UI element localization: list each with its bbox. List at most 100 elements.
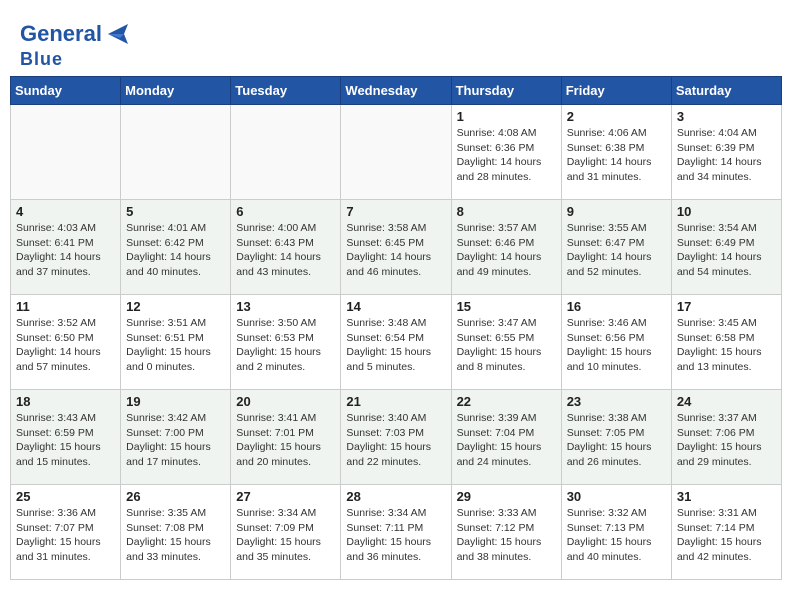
calendar-cell: 21 Sunrise: 3:40 AM Sunset: 7:03 PM Dayli… [341, 390, 451, 485]
calendar-cell: 22Sunrise: 3:39 AM Sunset: 7:04 PM Dayli… [451, 390, 561, 485]
day-info: Sunrise: 4:06 AM Sunset: 6:38 PM Dayligh… [567, 126, 666, 185]
calendar-week-row-2: 4 Sunrise: 4:03 AM Sunset: 6:41 PM Daylig… [11, 200, 782, 295]
day-info: Sunrise: 3:52 AM Sunset: 6:50 PM Dayligh… [16, 316, 115, 375]
day-info: Sunrise: 3:58 AM Sunset: 6:45 PM Dayligh… [346, 221, 445, 280]
calendar-cell: 15 Sunrise: 3:47 AM Sunset: 6:55 PM Dayli… [451, 295, 561, 390]
column-header-friday: Friday [561, 77, 671, 105]
calendar-cell: 24 Sunrise: 3:37 AM Sunset: 7:06 PM Dayli… [671, 390, 781, 485]
day-info: Sunrise: 3:34 AM Sunset: 7:09 PM Dayligh… [236, 506, 335, 565]
day-info: Sunrise: 4:01 AM Sunset: 6:42 PM Dayligh… [126, 221, 225, 280]
day-info: Sunrise: 4:03 AM Sunset: 6:41 PM Dayligh… [16, 221, 115, 280]
day-number: 1 [457, 109, 556, 124]
day-number: 3 [677, 109, 776, 124]
day-number: 28 [346, 489, 445, 504]
calendar-cell [231, 105, 341, 200]
day-info: Sunrise: 3:46 AM Sunset: 6:56 PM Dayligh… [567, 316, 666, 375]
day-info: Sunrise: 3:40 AM Sunset: 7:03 PM Dayligh… [346, 411, 445, 470]
calendar-week-row-5: 25 Sunrise: 3:36 AM Sunset: 7:07 PM Dayli… [11, 485, 782, 580]
calendar-week-row-3: 11 Sunrise: 3:52 AM Sunset: 6:50 PM Dayli… [11, 295, 782, 390]
calendar-cell: 28 Sunrise: 3:34 AM Sunset: 7:11 PM Dayli… [341, 485, 451, 580]
day-number: 13 [236, 299, 335, 314]
calendar-cell: 30 Sunrise: 3:32 AM Sunset: 7:13 PM Dayli… [561, 485, 671, 580]
day-info: Sunrise: 3:54 AM Sunset: 6:49 PM Dayligh… [677, 221, 776, 280]
day-number: 15 [457, 299, 556, 314]
day-number: 12 [126, 299, 225, 314]
calendar-cell: 17 Sunrise: 3:45 AM Sunset: 6:58 PM Dayli… [671, 295, 781, 390]
day-number: 14 [346, 299, 445, 314]
day-number: 27 [236, 489, 335, 504]
logo-blue-text: Blue [20, 50, 134, 68]
day-number: 17 [677, 299, 776, 314]
calendar-cell: 9Sunrise: 3:55 AM Sunset: 6:47 PM Daylig… [561, 200, 671, 295]
day-number: 30 [567, 489, 666, 504]
day-info: Sunrise: 3:47 AM Sunset: 6:55 PM Dayligh… [457, 316, 556, 375]
calendar-cell: 25 Sunrise: 3:36 AM Sunset: 7:07 PM Dayli… [11, 485, 121, 580]
calendar-cell: 2 Sunrise: 4:06 AM Sunset: 6:38 PM Daylig… [561, 105, 671, 200]
day-number: 23 [567, 394, 666, 409]
day-number: 10 [677, 204, 776, 219]
column-header-tuesday: Tuesday [231, 77, 341, 105]
calendar-cell: 14 Sunrise: 3:48 AM Sunset: 6:54 PM Dayli… [341, 295, 451, 390]
day-number: 19 [126, 394, 225, 409]
day-info: Sunrise: 3:45 AM Sunset: 6:58 PM Dayligh… [677, 316, 776, 375]
calendar-cell: 5Sunrise: 4:01 AM Sunset: 6:42 PM Daylig… [121, 200, 231, 295]
calendar-week-row-4: 18 Sunrise: 3:43 AM Sunset: 6:59 PM Dayli… [11, 390, 782, 485]
calendar-cell: 23 Sunrise: 3:38 AM Sunset: 7:05 PM Dayli… [561, 390, 671, 485]
day-info: Sunrise: 3:32 AM Sunset: 7:13 PM Dayligh… [567, 506, 666, 565]
day-info: Sunrise: 3:37 AM Sunset: 7:06 PM Dayligh… [677, 411, 776, 470]
calendar-cell: 11 Sunrise: 3:52 AM Sunset: 6:50 PM Dayli… [11, 295, 121, 390]
day-number: 18 [16, 394, 115, 409]
day-info: Sunrise: 3:51 AM Sunset: 6:51 PM Dayligh… [126, 316, 225, 375]
calendar-cell: 3Sunrise: 4:04 AM Sunset: 6:39 PM Daylig… [671, 105, 781, 200]
day-number: 2 [567, 109, 666, 124]
logo-icon [102, 18, 134, 50]
day-info: Sunrise: 4:00 AM Sunset: 6:43 PM Dayligh… [236, 221, 335, 280]
day-number: 6 [236, 204, 335, 219]
day-number: 4 [16, 204, 115, 219]
calendar-cell: 12 Sunrise: 3:51 AM Sunset: 6:51 PM Dayli… [121, 295, 231, 390]
day-info: Sunrise: 3:31 AM Sunset: 7:14 PM Dayligh… [677, 506, 776, 565]
day-number: 9 [567, 204, 666, 219]
day-info: Sunrise: 3:36 AM Sunset: 7:07 PM Dayligh… [16, 506, 115, 565]
day-number: 16 [567, 299, 666, 314]
day-number: 21 [346, 394, 445, 409]
column-header-wednesday: Wednesday [341, 77, 451, 105]
calendar-cell: 8Sunrise: 3:57 AM Sunset: 6:46 PM Daylig… [451, 200, 561, 295]
day-info: Sunrise: 3:35 AM Sunset: 7:08 PM Dayligh… [126, 506, 225, 565]
day-info: Sunrise: 3:43 AM Sunset: 6:59 PM Dayligh… [16, 411, 115, 470]
day-number: 20 [236, 394, 335, 409]
day-info: Sunrise: 3:38 AM Sunset: 7:05 PM Dayligh… [567, 411, 666, 470]
day-info: Sunrise: 3:42 AM Sunset: 7:00 PM Dayligh… [126, 411, 225, 470]
logo: General Blue [20, 18, 134, 68]
page-header: General Blue [10, 10, 782, 72]
calendar-cell: 20 Sunrise: 3:41 AM Sunset: 7:01 PM Dayli… [231, 390, 341, 485]
calendar-week-row-1: 1Sunrise: 4:08 AM Sunset: 6:36 PM Daylig… [11, 105, 782, 200]
day-info: Sunrise: 3:34 AM Sunset: 7:11 PM Dayligh… [346, 506, 445, 565]
calendar-cell [341, 105, 451, 200]
calendar-cell: 6 Sunrise: 4:00 AM Sunset: 6:43 PM Daylig… [231, 200, 341, 295]
calendar-table: SundayMondayTuesdayWednesdayThursdayFrid… [10, 76, 782, 580]
day-number: 11 [16, 299, 115, 314]
calendar-cell [121, 105, 231, 200]
day-number: 25 [16, 489, 115, 504]
calendar-cell: 1Sunrise: 4:08 AM Sunset: 6:36 PM Daylig… [451, 105, 561, 200]
day-number: 8 [457, 204, 556, 219]
day-number: 29 [457, 489, 556, 504]
column-header-thursday: Thursday [451, 77, 561, 105]
calendar-header-row: SundayMondayTuesdayWednesdayThursdayFrid… [11, 77, 782, 105]
day-number: 26 [126, 489, 225, 504]
column-header-saturday: Saturday [671, 77, 781, 105]
day-info: Sunrise: 3:50 AM Sunset: 6:53 PM Dayligh… [236, 316, 335, 375]
calendar-cell: 10 Sunrise: 3:54 AM Sunset: 6:49 PM Dayli… [671, 200, 781, 295]
logo-text: General [20, 23, 102, 45]
calendar-cell: 7Sunrise: 3:58 AM Sunset: 6:45 PM Daylig… [341, 200, 451, 295]
day-info: Sunrise: 3:33 AM Sunset: 7:12 PM Dayligh… [457, 506, 556, 565]
calendar-cell: 26 Sunrise: 3:35 AM Sunset: 7:08 PM Dayli… [121, 485, 231, 580]
day-info: Sunrise: 3:41 AM Sunset: 7:01 PM Dayligh… [236, 411, 335, 470]
calendar-cell: 4 Sunrise: 4:03 AM Sunset: 6:41 PM Daylig… [11, 200, 121, 295]
day-info: Sunrise: 3:48 AM Sunset: 6:54 PM Dayligh… [346, 316, 445, 375]
column-header-sunday: Sunday [11, 77, 121, 105]
day-number: 24 [677, 394, 776, 409]
day-number: 22 [457, 394, 556, 409]
calendar-cell: 13 Sunrise: 3:50 AM Sunset: 6:53 PM Dayli… [231, 295, 341, 390]
